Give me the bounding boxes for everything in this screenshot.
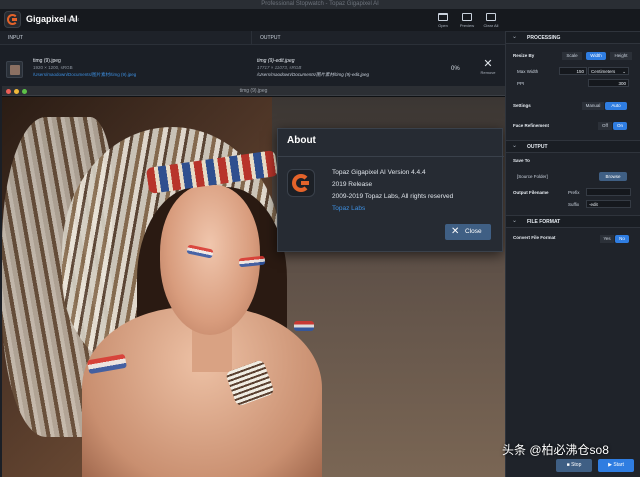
- settings-manual-option[interactable]: Manual: [582, 102, 604, 110]
- watermark: 头条 @柏必沸仓so8: [502, 443, 609, 457]
- convert-format-yes[interactable]: Yes: [600, 235, 614, 243]
- clear-all-button[interactable]: Clear All: [479, 12, 503, 29]
- app-header: Gigapixel AI v4.4.4 Open Preview Clear A…: [0, 9, 640, 31]
- stop-button[interactable]: ■ Stop: [556, 459, 592, 472]
- preview-button[interactable]: Preview: [455, 12, 479, 29]
- save-to-label: Save To: [513, 158, 530, 163]
- remove-label: Remove: [480, 70, 496, 75]
- about-copyright: 2009-2019 Topaz Labs, All rights reserve…: [332, 193, 454, 200]
- gigapixel-logo-icon: [4, 11, 21, 28]
- face-refinement-label: Face Refinement: [513, 123, 550, 128]
- output-filename-label: Output Filename: [513, 190, 549, 195]
- resize-by-label: Resize By: [513, 53, 535, 58]
- clear-all-label: Clear All: [483, 23, 499, 28]
- output-title: OUTPUT: [527, 144, 548, 150]
- face-refinement-off[interactable]: Off: [598, 122, 612, 130]
- input-column-header: INPUT: [0, 31, 251, 45]
- suffix-label: Suffix: [568, 202, 580, 207]
- preview-label: Preview: [459, 23, 475, 28]
- open-button[interactable]: Open: [431, 12, 455, 29]
- gigapixel-logo-icon: [287, 169, 315, 197]
- close-icon: ✕: [451, 226, 460, 237]
- file-format-title: FILE FORMAT: [527, 219, 561, 225]
- ppi-label: PPI: [517, 81, 525, 86]
- processing-title: PROCESSING: [527, 35, 561, 41]
- face-refinement-on[interactable]: On: [613, 122, 627, 130]
- about-dialog: About Topaz Gigapixel AI Version 4.4.4 2…: [277, 128, 504, 252]
- about-release: 2019 Release: [332, 181, 373, 188]
- file-thumbnail: [6, 61, 23, 78]
- output-file-dims: 17717 × 11073, sRGB: [257, 65, 302, 70]
- input-file-name: timg (9).jpeg: [33, 58, 61, 64]
- chevron-down-icon: ⌄: [622, 69, 626, 74]
- max-width-input[interactable]: 150: [559, 67, 587, 75]
- max-width-label: Max Width: [517, 69, 539, 74]
- file-row[interactable]: timg (9).jpeg 1920 × 1200, sRGB /Users/m…: [0, 55, 504, 83]
- about-close-label: Close: [465, 228, 482, 235]
- output-file-name: timg (9)-edit.jpeg: [257, 58, 295, 64]
- browse-button[interactable]: Browse: [599, 172, 627, 181]
- start-label: Start: [613, 462, 624, 468]
- suffix-input[interactable]: -edit: [586, 200, 631, 208]
- settings-label: Settings: [513, 103, 531, 108]
- preview-titlebar: timg (9).jpeg: [2, 86, 505, 96]
- unit-select-value: Centimeters: [591, 69, 616, 74]
- unit-select[interactable]: Centimeters ⌄: [588, 67, 629, 75]
- chevron-down-icon: ⌄: [512, 34, 518, 40]
- ppi-input[interactable]: 300: [588, 79, 629, 87]
- source-folder-value: [Source Folder]: [517, 174, 548, 179]
- about-close-button[interactable]: ✕ Close: [445, 224, 491, 240]
- settings-auto-option[interactable]: Auto: [605, 102, 627, 110]
- resize-height-option[interactable]: Height: [610, 52, 632, 60]
- output-header[interactable]: ⌄ OUTPUT: [506, 140, 640, 153]
- prefix-input[interactable]: [586, 188, 631, 196]
- mac-titlebar: Professional Stopwatch - Topaz Gigapixel…: [0, 0, 640, 9]
- start-button[interactable]: ▶ Start: [598, 459, 634, 472]
- preview-title: timg (9).jpeg: [239, 88, 268, 94]
- app-version: v4.4.4: [67, 17, 80, 22]
- convert-format-no[interactable]: No: [615, 235, 629, 243]
- remove-button[interactable]: ✕ Remove: [478, 58, 498, 78]
- chevron-down-icon: ⌄: [512, 143, 518, 149]
- input-file-path[interactable]: /Users/maodown/Documents/图片素材/timg (9).j…: [33, 72, 136, 78]
- output-file-path: /Users/maodown/Documents/图片素材/timg (9)-e…: [257, 72, 370, 77]
- preview-icon: [462, 13, 472, 21]
- prefix-label: Prefix: [568, 190, 580, 195]
- progress-percent: 0%: [451, 66, 460, 72]
- file-format-header[interactable]: ⌄ FILE FORMAT: [506, 215, 640, 228]
- chevron-down-icon: ⌄: [512, 218, 518, 224]
- about-title: About: [287, 135, 316, 146]
- input-file-dims: 1920 × 1200, sRGB: [33, 65, 73, 70]
- stop-label: Stop: [571, 462, 582, 468]
- topaz-labs-link[interactable]: Topaz Labs: [332, 205, 365, 212]
- clear-all-icon: [486, 13, 496, 21]
- convert-format-label: Convert File Format: [513, 235, 556, 240]
- window-title: Professional Stopwatch - Topaz Gigapixel…: [261, 1, 379, 7]
- close-icon: ✕: [483, 58, 493, 70]
- output-column-header: OUTPUT: [251, 31, 505, 45]
- resize-scale-option[interactable]: Scale: [562, 52, 582, 60]
- folder-icon: [438, 13, 448, 21]
- processing-header[interactable]: ⌄ PROCESSING: [506, 31, 640, 44]
- settings-sidebar: ⌄ PROCESSING Resize By Scale Width Heigh…: [505, 31, 640, 477]
- resize-width-option[interactable]: Width: [586, 52, 606, 60]
- about-version: Topaz Gigapixel AI Version 4.4.4: [332, 169, 426, 176]
- open-label: Open: [438, 23, 448, 28]
